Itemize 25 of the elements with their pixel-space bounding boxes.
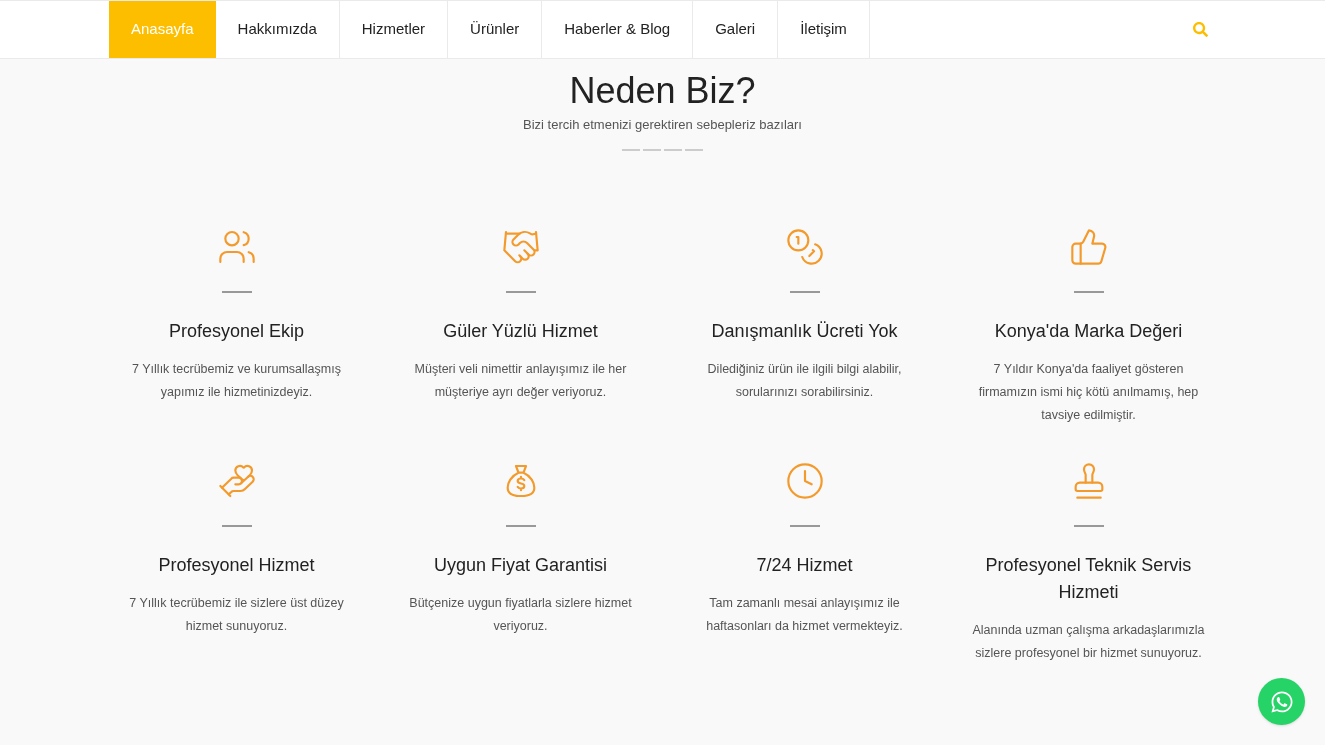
search-icon xyxy=(1193,22,1208,37)
whatsapp-button[interactable] xyxy=(1258,678,1305,725)
feature-description: 7 Yıllık tecrübemiz ve kurumsallaşmış yapımız ile hizmetinizdeyiz. xyxy=(131,360,342,401)
section-title: Neden Biz? xyxy=(569,69,756,113)
feature-title: Profesyonel Hizmet xyxy=(157,553,316,577)
feature-title: Profesyonel Ekip xyxy=(167,319,306,343)
feature-description: 7 Yıldır Konya'da faaliyet gösteren firmamızın ismi hiç kötü anılmamış, hep tavsiye edilmiştir. xyxy=(977,360,1200,424)
feature-description: Müşteri veli nimettir anlayışımız ile her müşteriye ayrı değer veriyoruz. xyxy=(413,360,628,401)
feature-title: Uygun Fiyat Garantisi xyxy=(432,553,609,577)
feature-title: Konya'da Marka Değeri xyxy=(993,319,1184,343)
coins-icon xyxy=(784,226,825,267)
feature-description: Dilediğiniz ürün ile ilgili bilgi alabilir, sorularınızı sorabilirsiniz. xyxy=(706,360,903,401)
section-subtitle: Bizi tercih etmenizi gerektiren sebepleriz bazıları xyxy=(523,116,802,134)
feature-title: 7/24 Hizmet xyxy=(755,553,854,577)
title-divider-icon xyxy=(622,148,703,151)
feature-description: Alanında uzman çalışma arkadaşlarımızla sizlere profesyonel bir hizmet sunuyoruz. xyxy=(971,621,1206,662)
clock-icon xyxy=(784,460,825,501)
feature-title: Güler Yüzlü Hizmet xyxy=(442,319,599,343)
feature-description: Tam zamanlı mesai anlayışımız ile haftasonları da hizmet vermekteyiz. xyxy=(705,594,904,635)
feature-description: 7 Yıllık tecrübemiz ile sizlere üst düzey hizmet sunuyoruz. xyxy=(128,594,345,635)
feature-title: Danışmanlık Ücreti Yok xyxy=(710,319,899,343)
feature-title: Profesyonel Teknik Servis Hizmeti xyxy=(984,553,1193,604)
thumbs-up-icon xyxy=(1068,226,1109,267)
whatsapp-icon xyxy=(1269,689,1294,714)
feature-description: Bütçenize uygun fiyatlarla sizlere hizmet veriyoruz. xyxy=(408,594,633,635)
